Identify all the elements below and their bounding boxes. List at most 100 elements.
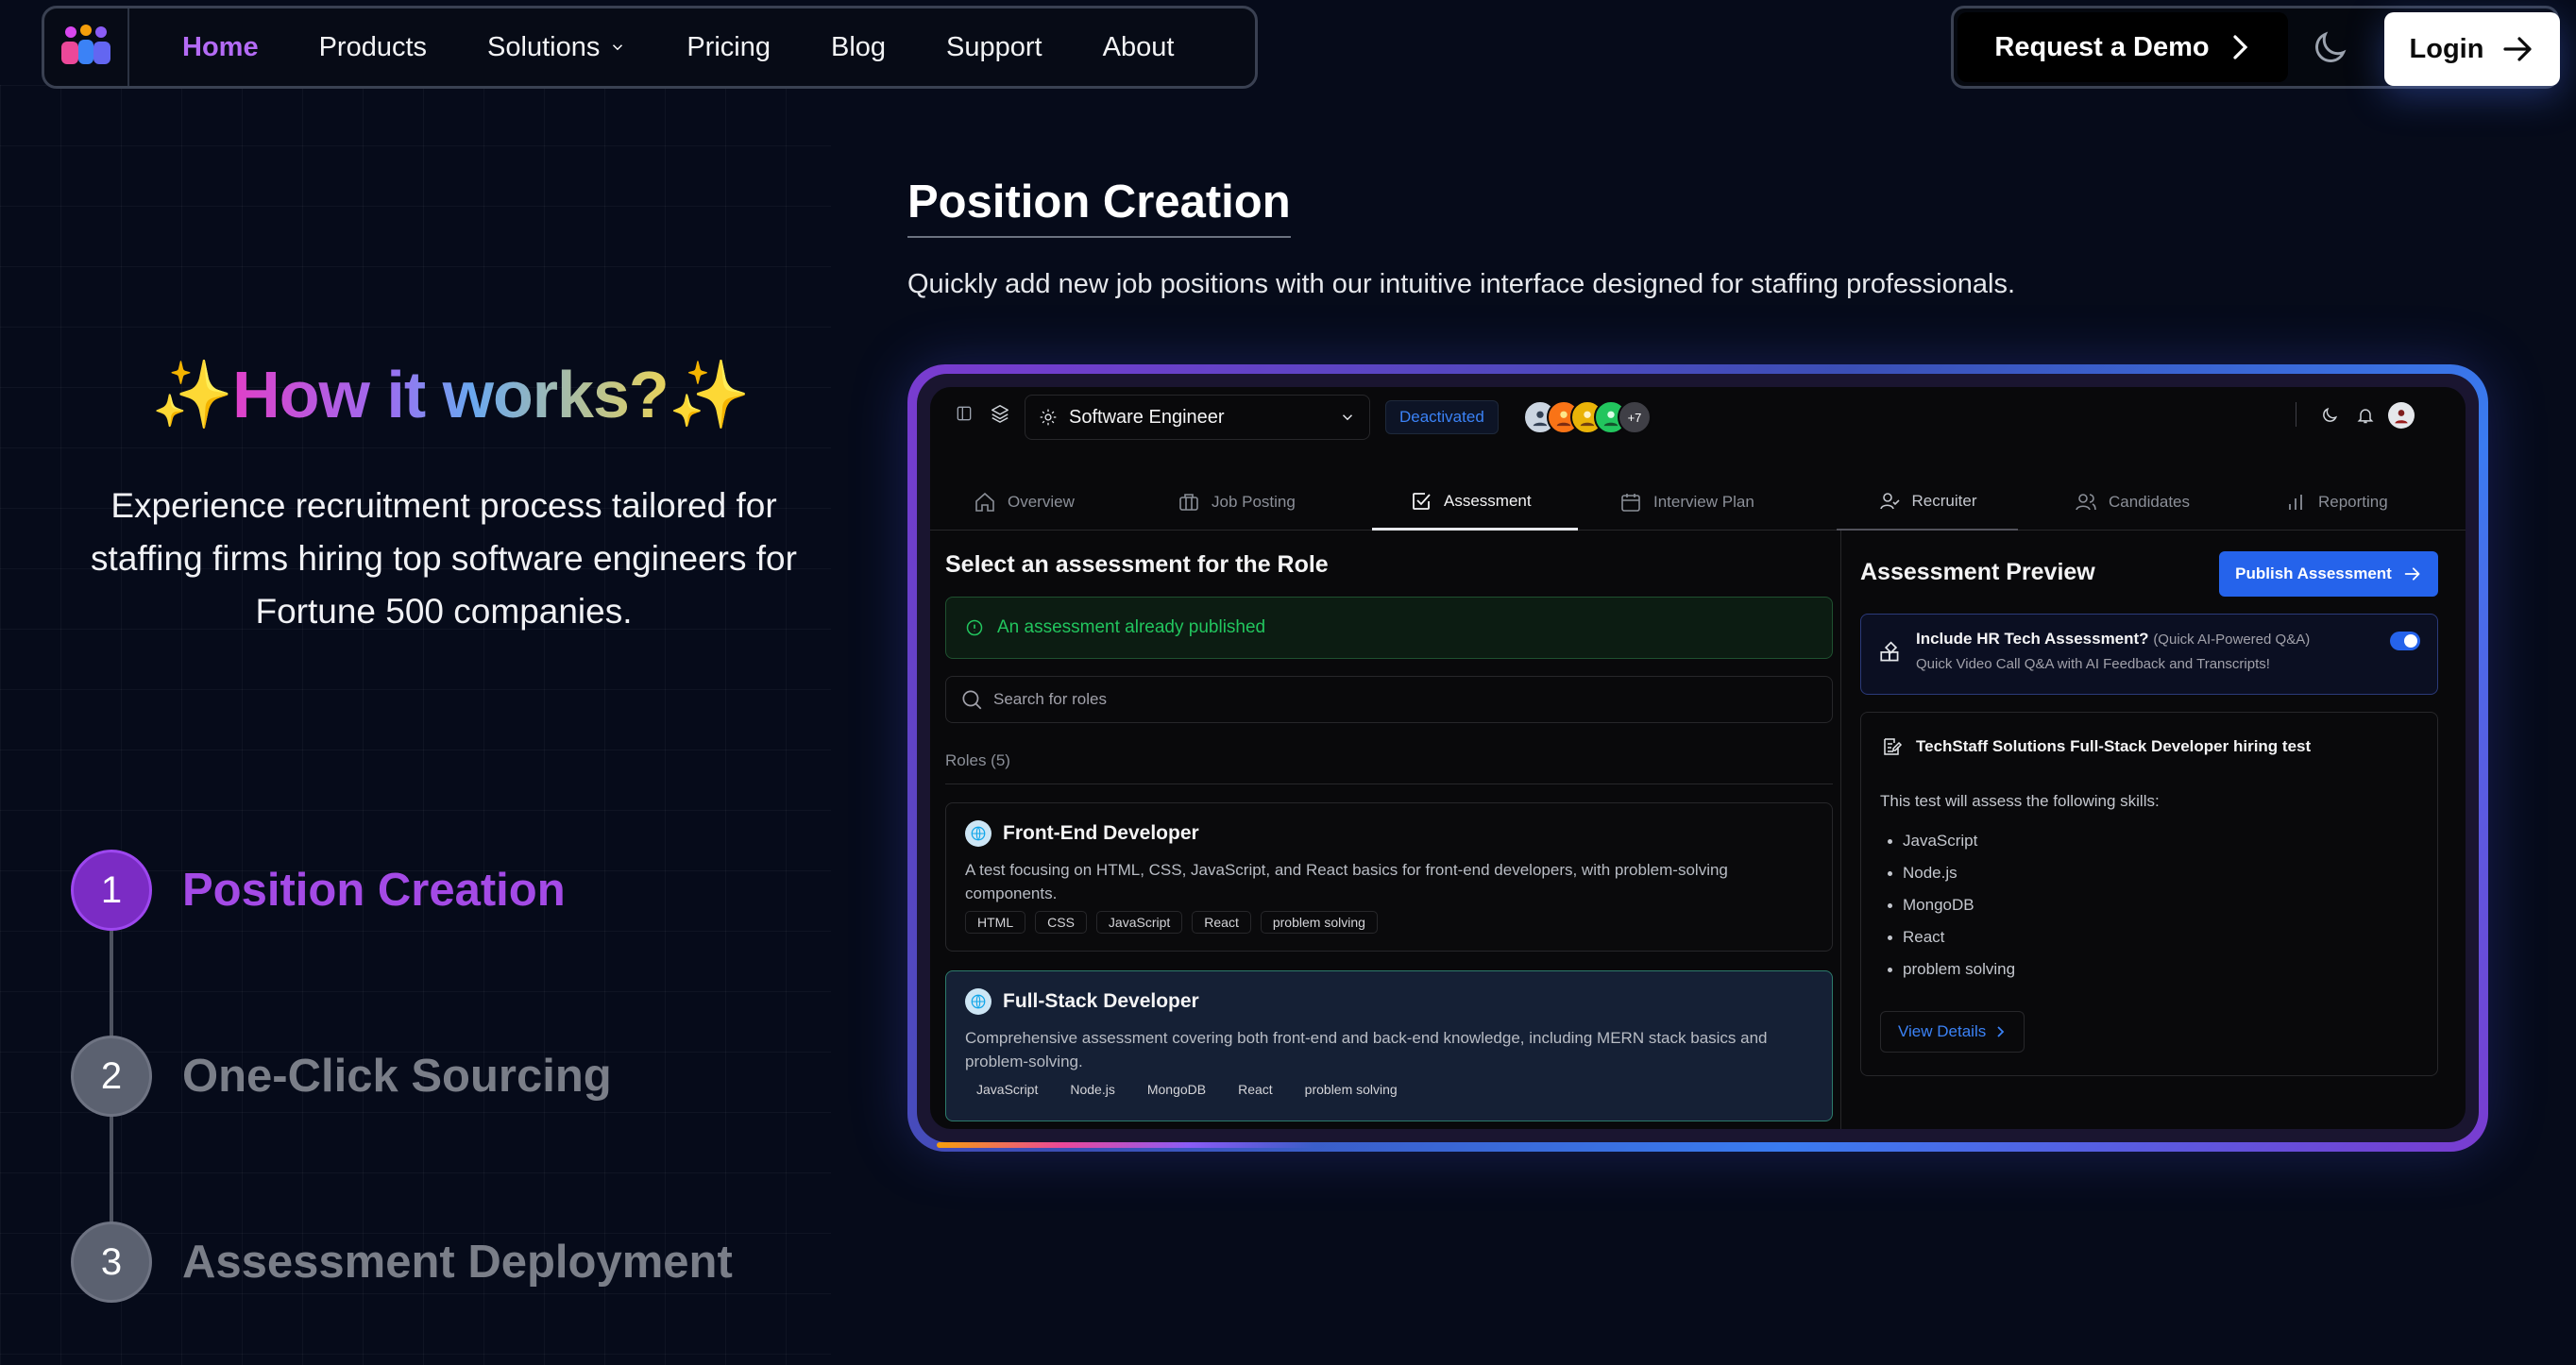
list-item: JavaScript xyxy=(1888,832,2418,864)
view-details-label: View Details xyxy=(1898,1022,1987,1040)
arrow-right-icon xyxy=(2503,37,2533,61)
hr-title: Include HR Tech Assessment? xyxy=(1916,630,2149,648)
publish-label: Publish Assessment xyxy=(2235,565,2392,582)
skills-list: JavaScript Node.js MongoDB React problem… xyxy=(1888,832,2418,992)
app-window: Software Engineer Deactivated +7 Overvie… xyxy=(930,387,2466,1129)
nav-solutions-label: Solutions xyxy=(487,31,601,62)
search-input[interactable]: Search for roles xyxy=(945,676,1833,723)
recruiter-avatars[interactable]: +7 xyxy=(1523,400,1652,434)
step-number: 2 xyxy=(71,1036,152,1117)
test-title: TechStaff Solutions Full-Stack Developer… xyxy=(1916,737,2312,755)
tab-job-posting[interactable]: Job Posting xyxy=(1178,474,1296,531)
user-check-icon xyxy=(1879,493,1900,510)
step-position-creation[interactable]: 1 Position Creation xyxy=(71,850,566,931)
widgets-icon xyxy=(1880,641,1899,662)
moon-icon[interactable] xyxy=(2309,27,2350,69)
tab-recruiter[interactable]: Recruiter xyxy=(1837,474,2018,531)
globe-icon xyxy=(965,988,991,1015)
globe-icon xyxy=(965,820,991,847)
role-description: A test focusing on HTML, CSS, JavaScript… xyxy=(965,861,1728,902)
tab-candidates[interactable]: Candidates xyxy=(2075,474,2190,531)
step-number: 3 xyxy=(71,1222,152,1303)
view-details-button[interactable]: View Details xyxy=(1880,1011,2025,1053)
login-button[interactable]: Login xyxy=(2384,12,2560,86)
list-item: React xyxy=(1888,928,2418,960)
step-number: 1 xyxy=(71,850,152,931)
step-assessment-deployment[interactable]: 3 Assessment Deployment xyxy=(71,1222,733,1303)
main-nav: Home Products Solutions Pricing Blog Sup… xyxy=(42,6,1258,89)
step-one-click-sourcing[interactable]: 2 One-Click Sourcing xyxy=(71,1036,612,1117)
request-demo-label: Request a Demo xyxy=(1994,31,2210,62)
search-icon xyxy=(962,690,982,710)
hr-title-note: (Quick AI-Powered Q&A) xyxy=(2153,632,2311,648)
sidebar-toggle-icon[interactable] xyxy=(949,398,979,429)
nav-pricing[interactable]: Pricing xyxy=(686,32,771,63)
briefcase-icon xyxy=(1179,494,1198,511)
how-it-works-title: How it works? xyxy=(232,358,669,431)
skill-tag: JavaScript xyxy=(976,1082,1039,1097)
tab-reporting[interactable]: Reporting xyxy=(2284,474,2388,531)
role-select[interactable]: Software Engineer xyxy=(1025,395,1370,440)
step-connector xyxy=(110,1114,113,1223)
alert-text: An assessment already published xyxy=(997,617,1266,637)
nav-products[interactable]: Products xyxy=(319,32,427,63)
bell-icon[interactable] xyxy=(2350,400,2381,430)
frame-glow xyxy=(937,1142,1314,1148)
tab-label: Overview xyxy=(1008,493,1075,511)
skill-tag: Node.js xyxy=(1070,1082,1115,1097)
app-topbar: Software Engineer Deactivated +7 xyxy=(930,387,2466,440)
tab-overview[interactable]: Overview xyxy=(974,474,1075,531)
header-actions: Request a Demo Login xyxy=(1951,6,2560,89)
moon-icon[interactable] xyxy=(2314,400,2345,430)
step-label: Assessment Deployment xyxy=(182,1237,733,1288)
users-icon xyxy=(2076,494,2096,511)
role-title: Full-Stack Developer xyxy=(1003,990,1199,1012)
skill-tag: CSS xyxy=(1035,911,1087,934)
tab-assessment[interactable]: Assessment xyxy=(1372,474,1578,531)
request-demo-button[interactable]: Request a Demo xyxy=(1957,12,2288,82)
skill-tag: MongoDB xyxy=(1146,1082,1207,1097)
step-label: Position Creation xyxy=(182,865,566,916)
brand-logo[interactable] xyxy=(44,8,129,86)
pane-title: Select an assessment for the Role xyxy=(945,551,1329,578)
nav-about[interactable]: About xyxy=(1103,32,1175,63)
nav-support[interactable]: Support xyxy=(946,32,1042,63)
tab-label: Interview Plan xyxy=(1653,493,1754,511)
role-card-full-stack[interactable]: Full-Stack Developer Comprehensive asses… xyxy=(945,970,1833,1121)
info-icon xyxy=(966,619,983,636)
tab-label: Candidates xyxy=(2109,493,2191,511)
nav-home[interactable]: Home xyxy=(182,32,259,63)
tab-label: Job Posting xyxy=(1212,493,1296,511)
user-avatar[interactable] xyxy=(2386,400,2416,430)
list-item: MongoDB xyxy=(1888,896,2418,928)
tab-interview-plan[interactable]: Interview Plan xyxy=(1619,474,1754,531)
checkbox-icon xyxy=(1413,492,1431,510)
chevron-right-icon xyxy=(1997,1026,2005,1037)
status-badge[interactable]: Deactivated xyxy=(1385,400,1499,434)
layers-icon[interactable] xyxy=(985,398,1015,429)
list-item: problem solving xyxy=(1888,960,2418,992)
app-preview-frame: Software Engineer Deactivated +7 Overvie… xyxy=(907,364,2488,1152)
nav-blog[interactable]: Blog xyxy=(831,32,886,63)
step-connector xyxy=(110,927,113,1038)
hr-tech-toggle[interactable] xyxy=(2390,632,2420,650)
role-card-front-end[interactable]: Front-End Developer A test focusing on H… xyxy=(945,802,1833,952)
tab-label: Recruiter xyxy=(1911,492,1977,510)
assessment-list-pane: Select an assessment for the Role An ass… xyxy=(930,531,1841,1129)
role-title: Front-End Developer xyxy=(1003,822,1199,844)
grid-background xyxy=(0,85,831,1365)
home-icon xyxy=(975,492,994,512)
arrow-right-icon xyxy=(2404,567,2420,581)
sparkle-icon: ✨ xyxy=(151,358,233,431)
skill-tag: problem solving xyxy=(1260,911,1378,934)
bar-chart-icon xyxy=(2289,495,2302,510)
test-summary: TechStaff Solutions Full-Stack Developer… xyxy=(1860,712,2438,1076)
skill-tag: React xyxy=(1238,1082,1273,1097)
hr-tech-option: Include HR Tech Assessment? (Quick AI-Po… xyxy=(1860,614,2438,695)
sparkle-icon: ✨ xyxy=(668,358,751,431)
step-label: One-Click Sourcing xyxy=(182,1051,612,1102)
assessment-preview-pane: Assessment Preview Publish Assessment In… xyxy=(1841,531,2466,1129)
roles-count: Roles (5) xyxy=(945,751,1010,769)
nav-solutions[interactable]: Solutions xyxy=(487,32,626,63)
publish-assessment-button[interactable]: Publish Assessment xyxy=(2219,551,2438,597)
